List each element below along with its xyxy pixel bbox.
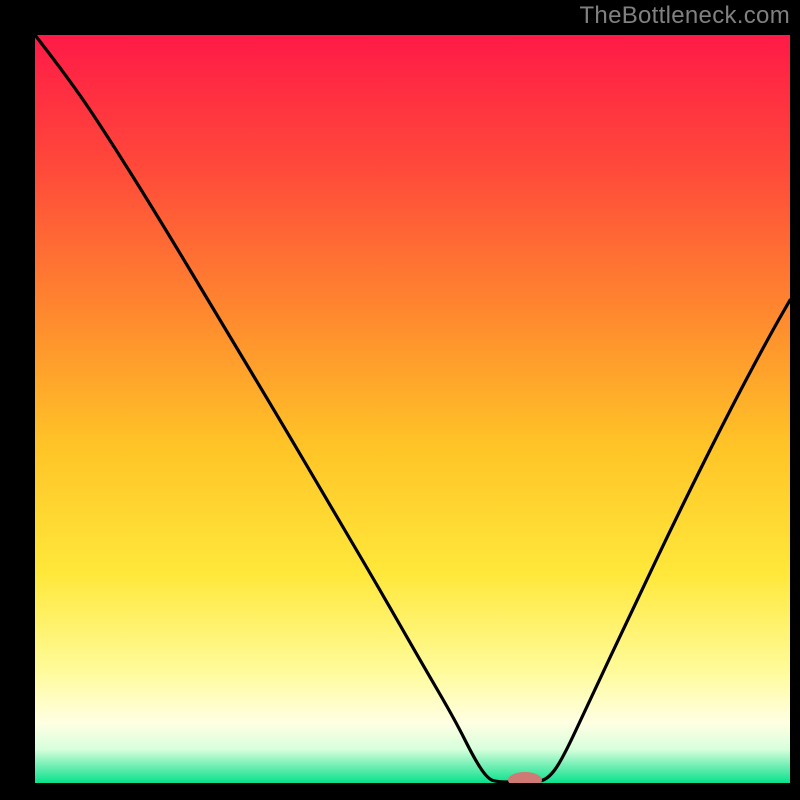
bottleneck-plot (0, 0, 800, 800)
chart-frame: TheBottleneck.com (0, 0, 800, 800)
watermark-text: TheBottleneck.com (579, 2, 790, 30)
optimal-marker (508, 772, 542, 788)
gradient-background (35, 35, 790, 783)
